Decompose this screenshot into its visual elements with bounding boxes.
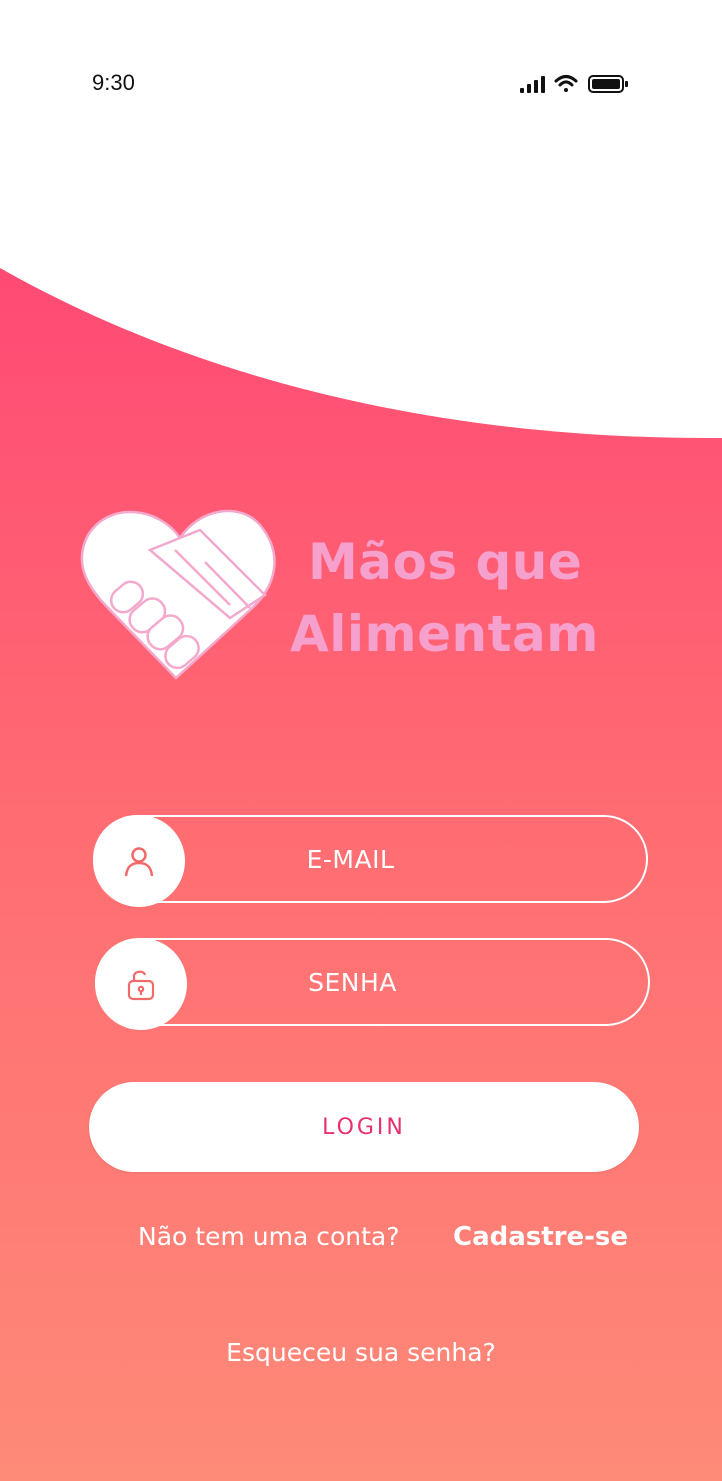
status-time: 9:30 [92, 70, 135, 95]
heart-handshake-icon [80, 500, 280, 695]
forgot-password-link[interactable]: Esqueceu sua senha? [0, 1338, 722, 1367]
login-screen: 9:30 Mãos que Alimentam E-MAIL SENHA LOG… [0, 0, 722, 1481]
background-gradient [0, 268, 722, 1481]
logo-line-2: Alimentam [290, 605, 599, 663]
signup-question: Não tem uma conta? [138, 1222, 400, 1251]
battery-icon [588, 75, 628, 93]
cellular-signal-icon [520, 76, 545, 93]
app-logo-text: Mãos que Alimentam [290, 526, 650, 670]
password-field[interactable]: SENHA [95, 938, 650, 1030]
login-button[interactable]: LOGIN [89, 1082, 639, 1172]
email-field[interactable]: E-MAIL [93, 815, 648, 907]
status-icons [518, 72, 630, 101]
signup-link[interactable]: Cadastre-se [453, 1222, 628, 1252]
password-placeholder: SENHA [308, 967, 397, 997]
logo-line-1: Mãos que [308, 533, 583, 591]
wifi-icon [554, 75, 578, 92]
email-placeholder: E-MAIL [306, 844, 395, 874]
